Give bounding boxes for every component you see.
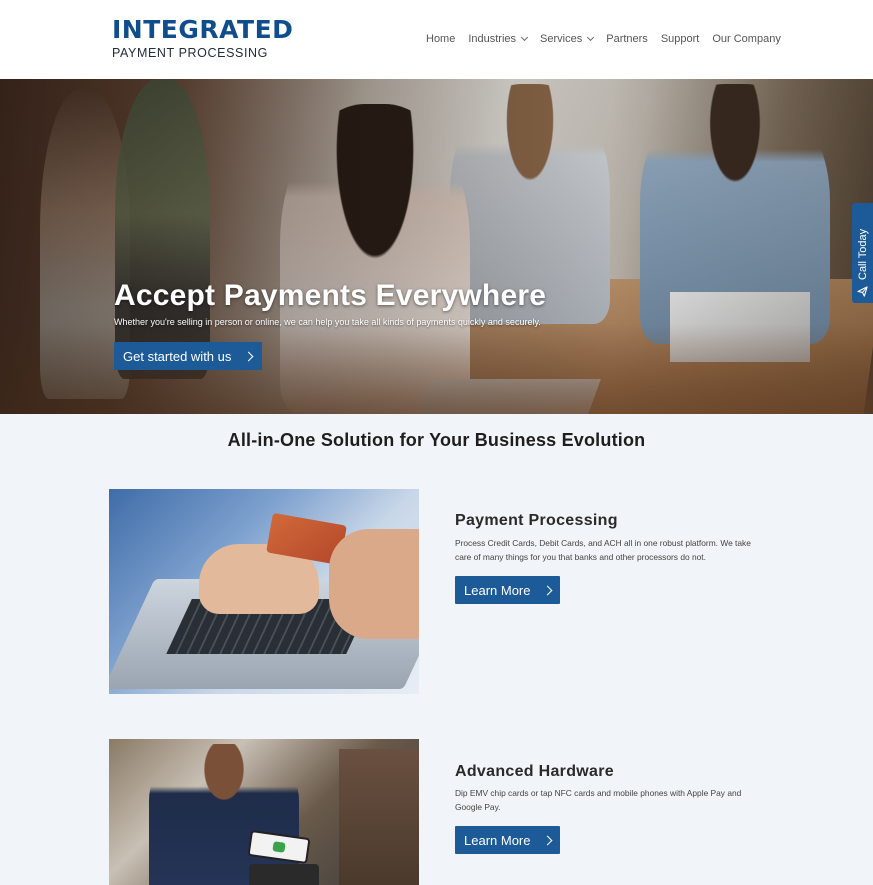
payment-processing-image — [109, 489, 419, 694]
learn-more-advanced-hardware-button[interactable]: Learn More — [455, 826, 561, 854]
chevron-down-icon — [587, 33, 595, 42]
nav-item-label: Partners — [606, 33, 648, 45]
chevron-right-icon — [243, 351, 254, 361]
button-label: Learn More — [464, 582, 531, 598]
company-logo[interactable]: INTEGRATED PAYMENT PROCESSING — [112, 15, 294, 62]
call-today-content: Call Today — [854, 229, 871, 297]
button-label: Learn More — [464, 832, 531, 848]
section-title: All-in-One Solution for Your Business Ev… — [227, 430, 646, 450]
logo-wordmark: INTEGRATED — [112, 15, 294, 44]
call-today-tab[interactable]: Call Today — [852, 203, 873, 303]
nav-item-home[interactable]: Home — [426, 33, 455, 45]
nav-item-support[interactable]: Support — [661, 33, 700, 45]
feature-description: Process Credit Cards, Debit Cards, and A… — [455, 538, 751, 562]
hero-title: Accept Payments Everywhere — [114, 279, 547, 312]
call-today-label: Call Today — [856, 228, 869, 280]
nav-item-label: Home — [426, 33, 456, 45]
learn-more-payment-processing-button[interactable]: Learn More — [455, 576, 561, 604]
image-shelf — [339, 749, 419, 885]
chevron-right-icon — [543, 585, 553, 595]
button-label: Get started with us — [123, 348, 232, 364]
nav-item-label: Support — [660, 33, 700, 45]
site-header: INTEGRATED PAYMENT PROCESSING Home Indus… — [0, 0, 873, 79]
chevron-down-icon — [521, 33, 529, 42]
feature-description: Dip EMV chip cards or tap NFC cards and … — [455, 788, 742, 812]
hero-banner: Accept Payments Everywhere Whether you'r… — [0, 79, 873, 414]
feature-title: Payment Processing — [455, 512, 618, 529]
nav-item-label: Services — [540, 33, 583, 45]
get-started-button[interactable]: Get started with us — [114, 342, 263, 370]
nav-item-our-company[interactable]: Our Company — [712, 33, 780, 45]
nav-item-services[interactable]: Services — [540, 33, 595, 45]
image-card-terminal — [249, 864, 319, 885]
nav-item-label: Our Company — [712, 33, 781, 45]
advanced-hardware-image — [109, 739, 419, 885]
nav-item-partners[interactable]: Partners — [606, 33, 648, 45]
nav-item-label: Industries — [468, 33, 517, 45]
main-nav: Home Industries Services Partners Suppor… — [426, 33, 794, 45]
nav-item-industries[interactable]: Industries — [468, 33, 529, 45]
image-hand — [329, 529, 419, 639]
chevron-right-icon — [543, 835, 553, 845]
feature-title: Advanced Hardware — [455, 763, 614, 780]
logo-tagline: PAYMENT PROCESSING — [112, 46, 268, 60]
paper-plane-icon — [857, 286, 868, 297]
hero-subtitle: Whether you're selling in person or onli… — [114, 317, 541, 327]
